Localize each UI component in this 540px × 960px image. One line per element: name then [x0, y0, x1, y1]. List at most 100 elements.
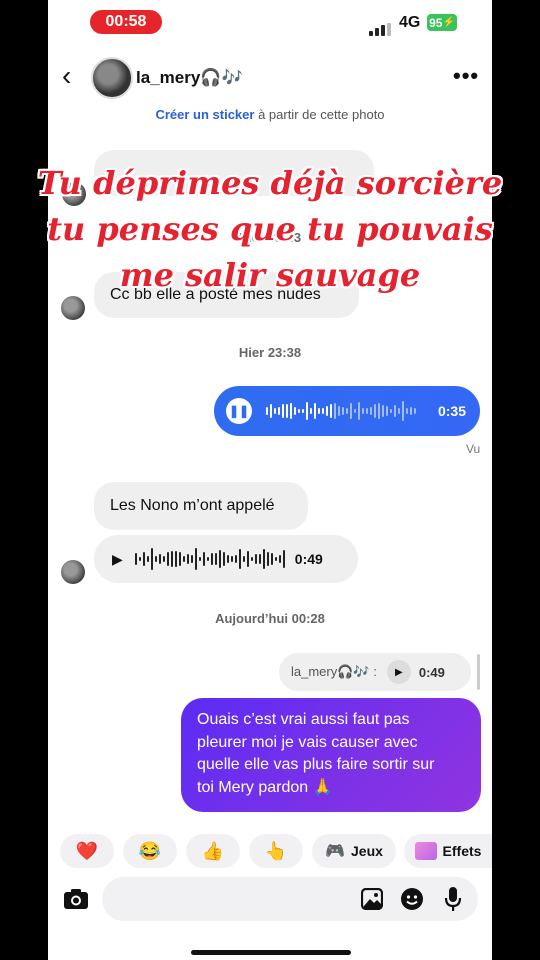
games-chip[interactable]: 🎮 Jeux — [312, 834, 396, 868]
status-time: 00:58 — [90, 10, 162, 34]
waveform-bar — [370, 407, 372, 415]
sticker-icon[interactable] — [400, 887, 424, 916]
waveform-bar — [214, 552, 217, 566]
audio-message[interactable]: ▶ 0:49 — [94, 535, 358, 583]
waveform-bar — [178, 552, 181, 566]
play-icon[interactable]: ▶ — [386, 660, 411, 684]
waveform-bar — [218, 549, 221, 569]
message-line: quelle elle vas plus faire sortir sur — [197, 756, 435, 773]
gallery-icon[interactable] — [360, 887, 384, 915]
waveform-bar — [286, 404, 288, 418]
audio-duration: 0:35 — [437, 403, 466, 419]
create-sticker-link[interactable]: Créer un sticker — [155, 107, 254, 122]
waveform-bar — [282, 549, 285, 569]
waveform-bar — [146, 556, 149, 562]
caption-line: Tu déprimes déjà sorcière — [37, 164, 503, 202]
waveform-bar — [142, 551, 145, 567]
point-icon: 👆 — [264, 840, 288, 861]
waveform-bar — [298, 408, 300, 414]
waveform-bar — [350, 403, 352, 419]
waveform-bar — [230, 555, 233, 563]
battery-icon: 95 ⚡ — [427, 14, 457, 31]
battery-level: 95 — [429, 15, 443, 30]
waveform-bar — [138, 556, 141, 562]
waveform-bar — [226, 554, 229, 564]
waveform-bar — [262, 549, 265, 569]
waveform-bar — [274, 556, 277, 562]
waveform-bar — [174, 551, 177, 567]
reaction-heart[interactable]: ❤️ — [60, 834, 114, 868]
reply-preview[interactable]: la_mery🎧🎶 : ▶ 0:49 — [279, 653, 471, 691]
camera-icon[interactable] — [62, 886, 90, 912]
waveform-bar — [310, 407, 312, 415]
waveform-bar — [270, 553, 273, 565]
more-options-icon[interactable]: ••• — [453, 63, 479, 89]
waveform-bar — [410, 406, 412, 416]
waveform-bar — [134, 553, 137, 565]
waveform-bar — [334, 402, 336, 420]
waveform-bar — [182, 556, 185, 562]
audio-message[interactable]: ❚❚ 0:35 — [214, 386, 480, 436]
waveform-bar — [170, 551, 173, 567]
waveform-bar — [246, 550, 249, 568]
waveform-bar — [358, 401, 360, 421]
timestamp: Hier 23:38 — [238, 345, 302, 360]
waveform-bar — [238, 548, 241, 570]
reaction-laugh[interactable]: 😂 — [123, 834, 177, 868]
waveform-bar — [346, 408, 348, 414]
waveform-bar — [202, 552, 205, 566]
waveform-bar — [206, 556, 209, 561]
waveform-bar — [402, 401, 404, 421]
reaction-point[interactable]: 👆 — [249, 834, 303, 868]
avatar — [61, 560, 85, 584]
waveform-bar — [414, 408, 416, 414]
message-bubble[interactable]: Les Nono m’ont appelé — [94, 482, 308, 530]
message-line: pleurer moi je vais causer avec — [197, 733, 418, 751]
avatar — [61, 296, 85, 320]
waveform-bar — [322, 408, 324, 414]
waveform-bar — [318, 407, 320, 415]
timestamp: Aujourd’hui 00:28 — [215, 611, 325, 626]
effects-label: Effets — [442, 843, 482, 859]
reply-name: la_mery🎧🎶 : — [291, 664, 377, 679]
waveform-bar — [394, 404, 396, 418]
waveform-bar — [250, 556, 253, 562]
waveform-bar — [278, 406, 280, 416]
pause-icon[interactable]: ❚❚ — [226, 398, 252, 424]
phone-screen: 00:58 4G 95 ⚡ ‹ la_mery🎧🎶 ••• Créer un st… — [48, 0, 492, 960]
caption-line: tu penses que tu pouvais — [47, 210, 493, 248]
seen-status: Vu — [466, 442, 481, 456]
network-label: 4G — [399, 14, 421, 31]
waveform-bar — [290, 402, 292, 420]
avatar[interactable] — [91, 57, 133, 99]
sent-message-bubble[interactable]: Ouais c’est vrai aussi faut pas pleurer … — [181, 698, 481, 812]
waveform-bar — [186, 553, 189, 565]
contact-name[interactable]: la_mery🎧🎶 — [136, 68, 243, 88]
waveform-bar — [390, 408, 392, 414]
sticker-prompt: Créer un sticker à partir de cette photo — [48, 107, 492, 122]
waveform-bar — [326, 405, 328, 417]
caption-line: me salir sauvage — [119, 256, 421, 294]
waveform-bar — [314, 402, 316, 420]
waveform-bar — [354, 409, 356, 413]
message-text: Les Nono m’ont appelé — [110, 497, 275, 514]
back-icon[interactable]: ‹ — [62, 62, 71, 90]
reaction-thumbs-up[interactable]: 👍 — [186, 834, 240, 868]
waveform-bar — [398, 407, 400, 415]
waveform-bar — [274, 408, 276, 414]
waveform-bar — [294, 407, 296, 415]
waveform-bar — [330, 403, 332, 419]
effects-chip[interactable]: Effets — [404, 834, 492, 868]
waveform-bar — [366, 408, 368, 414]
waveform-bar — [342, 407, 344, 415]
waveform-bar — [258, 554, 261, 564]
waveform-bar — [210, 552, 213, 566]
waveform-bar — [270, 404, 272, 418]
waveform-bar — [306, 401, 308, 421]
home-indicator — [191, 950, 351, 955]
waveform-bar — [338, 406, 340, 416]
microphone-icon[interactable] — [444, 886, 462, 917]
waveform-bar — [386, 405, 388, 417]
play-icon[interactable]: ▶ — [112, 551, 123, 568]
waveform-bar — [278, 554, 281, 564]
